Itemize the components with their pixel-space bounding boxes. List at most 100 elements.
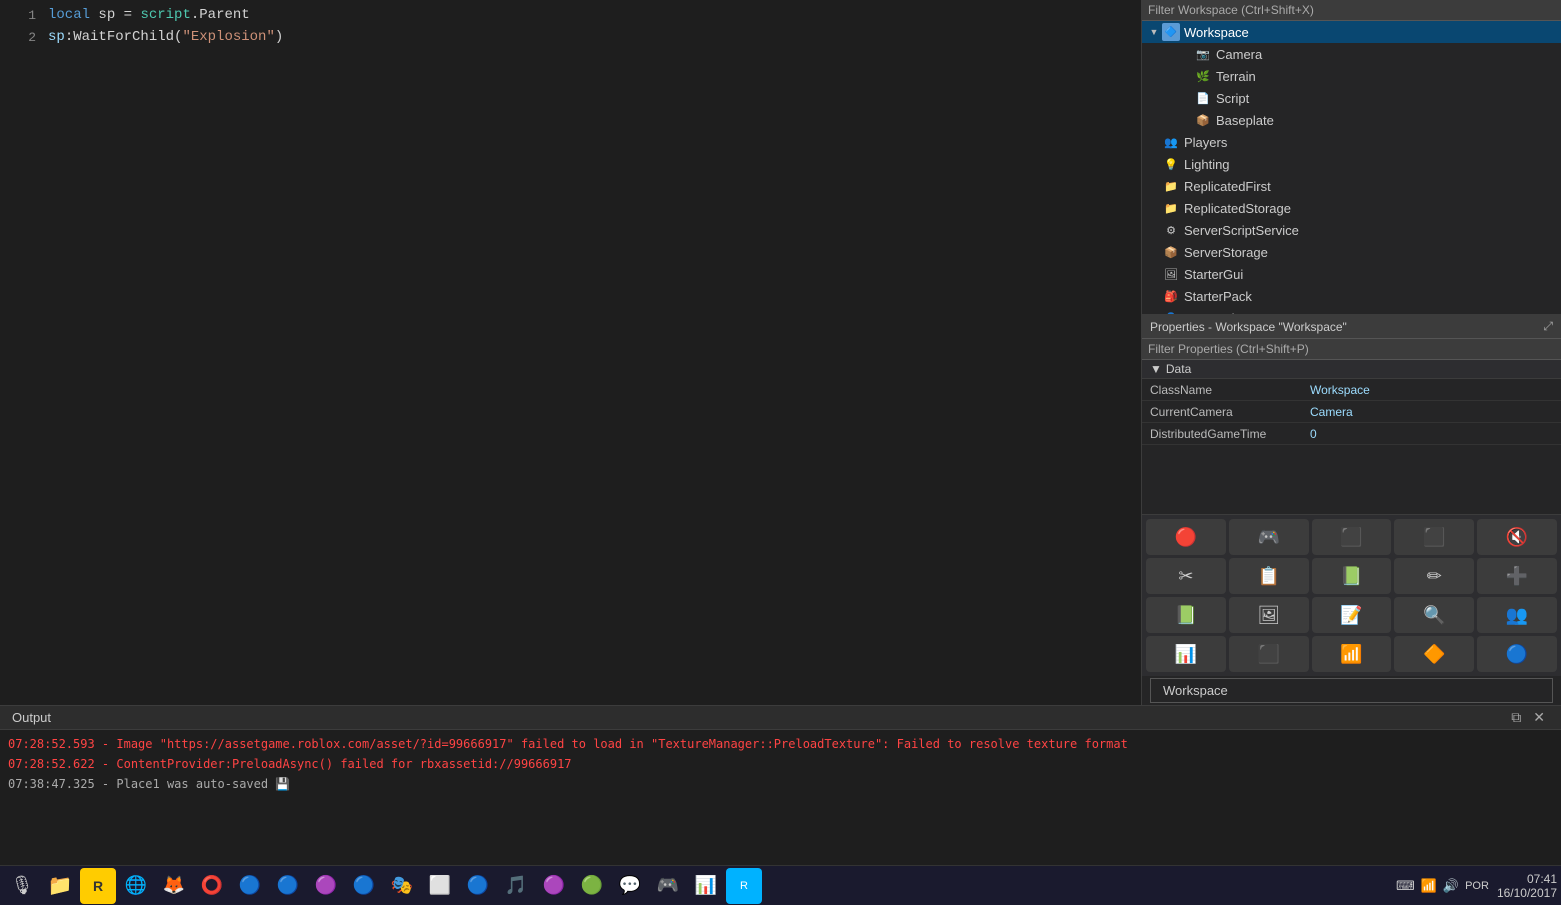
properties-expand-icon[interactable]: ⤢: [1543, 319, 1553, 334]
expand-replicated-storage-icon: [1146, 200, 1162, 216]
toolbox-btn-5[interactable]: 🔇: [1477, 519, 1557, 555]
prop-classname-value: Workspace: [1302, 383, 1561, 397]
starter-pack-icon: 🎒: [1162, 287, 1180, 305]
toolbox-btn-13[interactable]: 📝: [1312, 597, 1392, 633]
tree-item-starter-pack[interactable]: 🎒 StarterPack: [1142, 285, 1561, 307]
expand-server-script-icon: [1146, 222, 1162, 238]
prop-row-current-camera[interactable]: CurrentCamera Camera: [1142, 401, 1561, 423]
tree-item-workspace[interactable]: ▼ 🔷 Workspace: [1142, 21, 1561, 43]
toolbox-btn-14[interactable]: 🔍: [1394, 597, 1474, 633]
taskbar-folder-icon[interactable]: 📁: [42, 868, 78, 904]
toolbox-btn-3[interactable]: ⬛: [1312, 519, 1392, 555]
taskbar-roblox-icon[interactable]: R: [80, 868, 116, 904]
output-controls: ⧉ ✕: [1507, 709, 1549, 726]
toolbox-btn-16[interactable]: 📊: [1146, 636, 1226, 672]
expand-baseplate-icon: [1178, 112, 1194, 128]
workspace-label: Workspace: [1184, 25, 1249, 40]
toolbox-btn-1[interactable]: 🔴: [1146, 519, 1226, 555]
taskbar: 🎙 📁 R 🌐 🦊 ⭕ 🔵 🔵 🟣 🔵 🎭 ⬜ 🔵 🎵 🟣 🟢 💬 🎮 📊 R …: [0, 865, 1561, 905]
tree-item-script[interactable]: 📄 Script: [1142, 87, 1561, 109]
tree-item-replicated-first[interactable]: 📁 ReplicatedFirst: [1142, 175, 1561, 197]
tree-item-camera[interactable]: 📷 Camera: [1142, 43, 1561, 65]
taskbar-app1-icon[interactable]: ⬜: [422, 868, 458, 904]
toolbox-btn-20[interactable]: 🔵: [1477, 636, 1557, 672]
toolbox-btn-15[interactable]: 👥: [1477, 597, 1557, 633]
output-panel: Output ⧉ ✕ 07:28:52.593 - Image "https:/…: [0, 705, 1561, 865]
toolbox-btn-6[interactable]: ✂: [1146, 558, 1226, 594]
output-popup-btn[interactable]: ⧉: [1507, 709, 1525, 726]
tree-item-lighting[interactable]: 💡 Lighting: [1142, 153, 1561, 175]
editor-content[interactable]: 1 local sp = script.Parent 2 sp:WaitForC…: [0, 0, 1141, 705]
toolbox-btn-9[interactable]: ✏: [1394, 558, 1474, 594]
taskbar-media-icon[interactable]: 🎭: [384, 868, 420, 904]
tree-item-starter-gui[interactable]: 🖼 StarterGui: [1142, 263, 1561, 285]
baseplate-label: Baseplate: [1216, 113, 1274, 128]
taskbar-app3-icon[interactable]: 🟢: [574, 868, 610, 904]
terrain-label: Terrain: [1216, 69, 1256, 84]
prop-row-distributed-game-time[interactable]: DistributedGameTime 0: [1142, 423, 1561, 445]
starter-pack-label: StarterPack: [1184, 289, 1252, 304]
expand-starter-gui-icon: [1146, 266, 1162, 282]
script-icon: 📄: [1194, 89, 1212, 107]
taskbar-blender-icon[interactable]: 🔵: [346, 868, 382, 904]
taskbar-app2-icon[interactable]: 🟣: [536, 868, 572, 904]
toolbox-btn-2[interactable]: 🎮: [1229, 519, 1309, 555]
tree-item-players[interactable]: 👥 Players: [1142, 131, 1561, 153]
toolbox-btn-12[interactable]: 🖼: [1229, 597, 1309, 633]
properties-filter: Filter Properties (Ctrl+Shift+P): [1142, 339, 1561, 360]
taskbar-edge-icon[interactable]: 🔵: [232, 868, 268, 904]
tree-item-server-storage[interactable]: 📦 ServerStorage: [1142, 241, 1561, 263]
tray-lang: POR: [1465, 880, 1489, 892]
taskbar-telegram-icon[interactable]: 🎮: [650, 868, 686, 904]
taskbar-opera-icon[interactable]: ⭕: [194, 868, 230, 904]
server-storage-label: ServerStorage: [1184, 245, 1268, 260]
tray-icon-3: 🔊: [1443, 878, 1459, 894]
toolbox-btn-8[interactable]: 📗: [1312, 558, 1392, 594]
toolbox-btn-19[interactable]: 🔶: [1394, 636, 1474, 672]
prop-camera-value: Camera: [1302, 405, 1561, 419]
taskbar-tray: ⌨ 📶 🔊 POR: [1396, 878, 1489, 894]
server-script-label: ServerScriptService: [1184, 223, 1299, 238]
players-label: Players: [1184, 135, 1227, 150]
script-label: Script: [1216, 91, 1249, 106]
output-close-btn[interactable]: ✕: [1529, 709, 1549, 726]
tree-item-replicated-storage[interactable]: 📁 ReplicatedStorage: [1142, 197, 1561, 219]
taskbar-chrome-icon[interactable]: 🌐: [118, 868, 154, 904]
toolbox-btn-17[interactable]: ⬛: [1229, 636, 1309, 672]
taskbar-mic-icon[interactable]: 🎙: [4, 868, 40, 904]
taskbar-whatsapp-icon[interactable]: 💬: [612, 868, 648, 904]
output-line-3: 07:38:47.325 - Place1 was auto-saved 💾: [8, 774, 1553, 794]
line-number-2: 2: [8, 30, 36, 45]
taskbar-firefox-icon[interactable]: 🦊: [156, 868, 192, 904]
taskbar-roblox2-icon[interactable]: R: [726, 868, 762, 904]
taskbar-atom-icon[interactable]: 🔵: [460, 868, 496, 904]
toolbox-btn-18[interactable]: 📶: [1312, 636, 1392, 672]
lighting-icon: 💡: [1162, 155, 1180, 173]
expand-starter-pack-icon: [1146, 288, 1162, 304]
taskbar-music-icon[interactable]: 🎵: [498, 868, 534, 904]
workspace-icon: 🔷: [1162, 23, 1180, 41]
expand-workspace-icon: ▼: [1146, 24, 1162, 40]
tree-item-starter-player[interactable]: 👤 StarterPlayer: [1142, 307, 1561, 314]
output-content: 07:28:52.593 - Image "https://assetgame.…: [0, 730, 1561, 865]
toolbox-btn-7[interactable]: 📋: [1229, 558, 1309, 594]
tree-item-baseplate[interactable]: 📦 Baseplate: [1142, 109, 1561, 131]
taskbar-right: ⌨ 📶 🔊 POR 07:41 16/10/2017: [1396, 872, 1557, 900]
right-panel: Filter Workspace (Ctrl+Shift+X) ▼ 🔷 Work…: [1141, 0, 1561, 705]
tree-item-server-script-service[interactable]: ⚙ ServerScriptService: [1142, 219, 1561, 241]
taskbar-app4-icon[interactable]: 📊: [688, 868, 724, 904]
tree-item-terrain[interactable]: 🌿 Terrain: [1142, 65, 1561, 87]
prop-row-classname[interactable]: ClassName Workspace: [1142, 379, 1561, 401]
taskbar-ie-icon[interactable]: 🔵: [270, 868, 306, 904]
replicated-storage-icon: 📁: [1162, 199, 1180, 217]
prop-gametime-key: DistributedGameTime: [1142, 427, 1302, 441]
explorer-tree[interactable]: ▼ 🔷 Workspace 📷 Camera 🌿 Terrain 📄: [1142, 21, 1561, 314]
toolbox-btn-4[interactable]: ⬛: [1394, 519, 1474, 555]
expand-lighting-icon: [1146, 156, 1162, 172]
toolbox-btn-10[interactable]: ➕: [1477, 558, 1557, 594]
taskbar-ps-icon[interactable]: 🟣: [308, 868, 344, 904]
toolbox-btn-11[interactable]: 📗: [1146, 597, 1226, 633]
expand-players-icon: [1146, 134, 1162, 150]
properties-header: Properties - Workspace "Workspace" ⤢: [1142, 315, 1561, 339]
editor-panel: 1 local sp = script.Parent 2 sp:WaitForC…: [0, 0, 1141, 705]
